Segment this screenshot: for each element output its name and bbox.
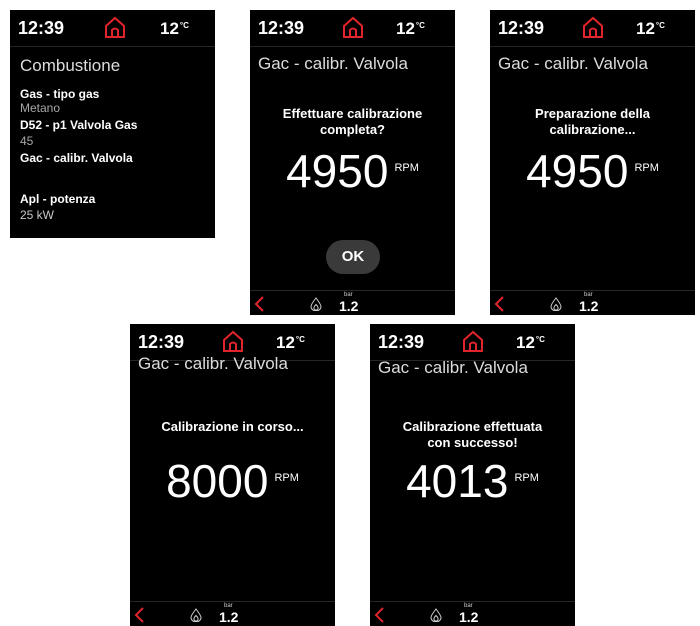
menu-item-power[interactable]: Apl - potenza — [20, 192, 95, 206]
menu-item-valve-calibration[interactable]: Gac - calibr. Valvola — [20, 151, 133, 165]
combustione-menu-screen: 12:39 12°C Combustione Gas - tipo gas Me… — [10, 10, 215, 238]
status-bar: 12:39 12°C — [370, 324, 575, 361]
calibration-message: Effettuare calibrazione completa? — [260, 106, 445, 138]
status-bar: 12:39 12°C — [490, 10, 695, 47]
bottom-bar: bar 1.2 — [130, 601, 335, 626]
rpm-unit: RPM — [634, 162, 659, 174]
outdoor-temperature: 12°C — [276, 333, 305, 352]
calibration-confirm-screen: 12:39 12°C Gac - calibr. Valvola Effettu… — [250, 10, 455, 315]
home-icon[interactable] — [580, 14, 606, 40]
clock: 12:39 — [378, 332, 425, 352]
rpm-unit: RPM — [274, 472, 299, 484]
clock: 12:39 — [138, 332, 185, 352]
menu-item-gas-valve-p1-value: 45 — [20, 134, 34, 148]
clock: 12:39 — [498, 18, 545, 38]
rpm-value: 8000 — [166, 455, 269, 507]
outdoor-temperature: 12°C — [636, 19, 665, 38]
screen-title: Gac - calibr. Valvola — [138, 354, 288, 373]
home-icon[interactable] — [220, 328, 246, 354]
flame-icon — [550, 297, 562, 311]
outdoor-temperature: 12°C — [516, 333, 545, 352]
message-line: Calibrazione in corso... — [161, 419, 304, 434]
message-line: Calibrazione effettuata — [402, 419, 543, 434]
menu-title: Combustione — [20, 56, 121, 75]
calibration-message: Calibrazione effettuata con successo! — [380, 419, 565, 451]
menu-item-gas-type-value: Metano — [20, 101, 61, 115]
menu-item-gas-type[interactable]: Gas - tipo gas — [20, 87, 99, 101]
rpm-readout: 4950 RPM — [490, 144, 695, 198]
calibration-progress-screen: 12:39 12°C Gac - calibr. Valvola Calibra… — [130, 324, 335, 626]
message-line: Effettuare calibrazione — [282, 106, 423, 121]
status-bar: 12:39 12°C — [250, 10, 455, 47]
screen-title: Gac - calibr. Valvola — [378, 358, 528, 377]
calibration-message: Preparazione della calibrazione... — [500, 106, 685, 138]
rpm-readout: 4950 RPM — [250, 144, 455, 198]
rpm-value: 4950 — [286, 145, 389, 197]
back-arrow-icon[interactable] — [133, 606, 145, 624]
bottom-bar: bar 1.2 — [370, 601, 575, 626]
back-arrow-icon[interactable] — [373, 606, 385, 624]
flame-icon — [310, 297, 322, 311]
flame-icon — [190, 608, 202, 622]
bottom-bar: bar 1.2 — [250, 290, 455, 315]
flame-icon — [430, 608, 442, 622]
rpm-readout: 4013 RPM — [370, 454, 575, 508]
menu-item-power-value: 25 kW — [20, 208, 55, 222]
home-icon[interactable] — [102, 14, 128, 40]
outdoor-temperature: 12°C — [396, 19, 425, 38]
message-line: Preparazione della — [535, 106, 650, 121]
calibration-message: Calibrazione in corso... — [140, 419, 325, 435]
ok-button[interactable]: OK — [326, 240, 380, 274]
back-arrow-icon[interactable] — [493, 295, 505, 313]
rpm-value: 4013 — [406, 455, 509, 507]
message-line: calibrazione... — [549, 122, 636, 137]
rpm-value: 4950 — [526, 145, 629, 197]
back-arrow-icon[interactable] — [253, 295, 265, 313]
outdoor-temperature: 12°C — [160, 19, 189, 38]
bottom-bar: bar 1.2 — [490, 290, 695, 315]
rpm-readout: 8000 RPM — [130, 454, 335, 508]
screen-title: Gac - calibr. Valvola — [498, 54, 648, 73]
clock: 12:39 — [258, 18, 305, 38]
pressure-value: 1.2 — [339, 298, 359, 314]
calibration-preparing-screen: 12:39 12°C Gac - calibr. Valvola Prepara… — [490, 10, 695, 315]
home-icon[interactable] — [340, 14, 366, 40]
pressure-value: 1.2 — [459, 609, 479, 625]
home-icon[interactable] — [460, 328, 486, 354]
status-bar: 12:39 12°C — [10, 10, 215, 47]
rpm-unit: RPM — [394, 162, 419, 174]
pressure-value: 1.2 — [219, 609, 239, 625]
pressure-value: 1.2 — [579, 298, 599, 314]
calibration-success-screen: 12:39 12°C Gac - calibr. Valvola Calibra… — [370, 324, 575, 626]
rpm-unit: RPM — [514, 472, 539, 484]
message-line: completa? — [319, 122, 385, 137]
screen-title: Gac - calibr. Valvola — [258, 54, 408, 73]
menu-item-gas-valve-p1[interactable]: D52 - p1 Valvola Gas — [20, 118, 137, 132]
clock: 12:39 — [18, 18, 65, 38]
message-line: con successo! — [427, 435, 518, 450]
